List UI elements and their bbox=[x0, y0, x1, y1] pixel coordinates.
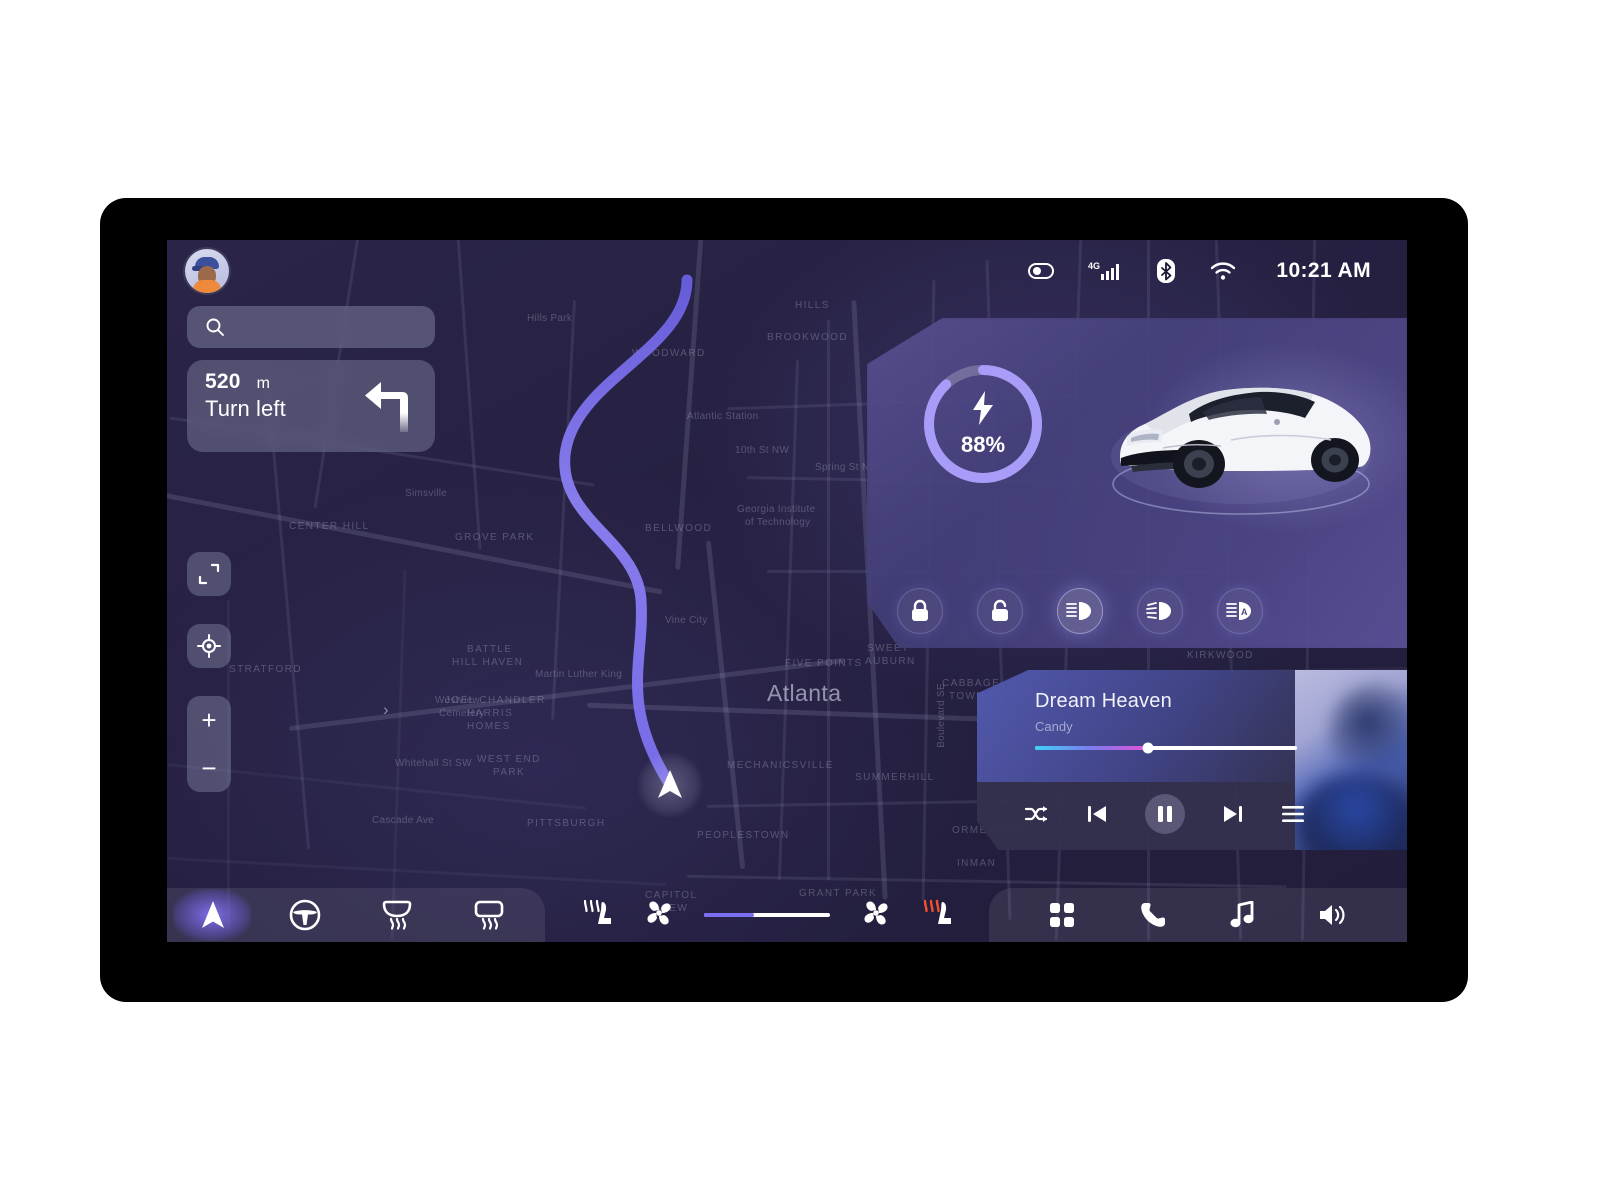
track-artist: Candy bbox=[1035, 719, 1073, 734]
vehicle-controls: A bbox=[897, 588, 1263, 634]
fan-slider-fill bbox=[704, 913, 755, 917]
unlock-button[interactable] bbox=[977, 588, 1023, 634]
map-search-bar[interactable] bbox=[187, 306, 435, 348]
next-button[interactable] bbox=[1222, 803, 1244, 825]
heated-seat-left-button[interactable] bbox=[581, 898, 613, 933]
media-track-info: Dream Heaven Candy bbox=[1035, 690, 1297, 754]
user-avatar[interactable] bbox=[185, 249, 229, 293]
media-player-panel: Dream Heaven Candy bbox=[977, 670, 1407, 850]
locate-icon bbox=[197, 634, 221, 658]
phone-button[interactable] bbox=[1139, 901, 1167, 929]
steering-wheel-button[interactable] bbox=[259, 899, 351, 931]
progress-thumb[interactable] bbox=[1142, 742, 1154, 754]
high-beam-headlight-icon bbox=[1146, 602, 1171, 620]
nav-distance-value: 520 bbox=[205, 370, 241, 393]
dock-climate bbox=[545, 888, 989, 942]
signal-4g-icon[interactable]: 4G bbox=[1088, 260, 1122, 282]
dock-left bbox=[167, 888, 545, 942]
map-recenter-button[interactable] bbox=[187, 624, 231, 668]
head-unit-device: Hills Park BROOKWOOD HILLS WOODWARD Atlantic… bbox=[100, 198, 1468, 1002]
navigation-button[interactable] bbox=[167, 888, 259, 942]
bluetooth-icon[interactable] bbox=[1156, 258, 1176, 284]
shuffle-icon bbox=[1024, 806, 1048, 822]
play-pause-button[interactable] bbox=[1145, 794, 1185, 834]
fan-left-button[interactable] bbox=[644, 898, 674, 933]
low-beam-headlight-icon bbox=[1066, 602, 1091, 620]
volume-button[interactable] bbox=[1318, 902, 1348, 928]
turn-left-arrow-icon bbox=[361, 376, 423, 441]
phone-icon bbox=[1140, 903, 1165, 927]
status-icon-group: 4G 10:21 AM bbox=[1028, 258, 1371, 284]
lane-assist-icon[interactable] bbox=[1028, 263, 1055, 279]
track-title: Dream Heaven bbox=[1035, 690, 1172, 712]
turn-by-turn-card[interactable]: 520 m Turn left bbox=[187, 360, 435, 452]
rear-defrost-button[interactable] bbox=[443, 900, 535, 930]
lock-closed-icon bbox=[912, 599, 928, 621]
progress-fill bbox=[1035, 746, 1148, 750]
previous-button[interactable] bbox=[1086, 803, 1108, 825]
infotainment-screen: Hills Park BROOKWOOD HILLS WOODWARD Atlantic… bbox=[167, 240, 1407, 942]
music-button[interactable] bbox=[1229, 901, 1255, 929]
apps-button[interactable] bbox=[1048, 901, 1076, 929]
avatar-body bbox=[193, 280, 221, 293]
wifi-icon[interactable] bbox=[1210, 261, 1236, 281]
zoom-in-button[interactable]: + bbox=[187, 696, 231, 744]
skip-next-icon bbox=[1224, 806, 1242, 822]
status-bar: 4G 10:21 AM bbox=[167, 240, 1407, 302]
lightning-bolt-icon bbox=[973, 391, 993, 425]
fan-right-button[interactable] bbox=[861, 898, 891, 933]
front-defrost-button[interactable] bbox=[351, 900, 443, 930]
heated-seat-icon bbox=[583, 899, 611, 924]
battery-percent-label: 88% bbox=[960, 432, 1006, 457]
vehicle-status-panel: 88% A bbox=[867, 318, 1407, 648]
steering-wheel-icon bbox=[289, 899, 321, 931]
pause-icon bbox=[1158, 806, 1172, 822]
low-beam-button[interactable] bbox=[1057, 588, 1103, 634]
vehicle-marker bbox=[637, 752, 703, 818]
lock-open-icon bbox=[992, 599, 1008, 621]
lock-button[interactable] bbox=[897, 588, 943, 634]
playlist-button[interactable] bbox=[1281, 805, 1305, 823]
navigation-arrow-icon bbox=[202, 901, 224, 928]
auto-headlight-button[interactable]: A bbox=[1217, 588, 1263, 634]
expand-icon bbox=[198, 563, 220, 585]
music-note-icon bbox=[1230, 901, 1254, 928]
heated-seat-red-icon bbox=[923, 899, 951, 924]
map-zoom-controls: + − bbox=[187, 696, 231, 792]
high-beam-button[interactable] bbox=[1137, 588, 1183, 634]
apps-grid-icon bbox=[1050, 903, 1075, 927]
front-defrost-icon bbox=[382, 900, 412, 930]
shuffle-button[interactable] bbox=[1023, 803, 1049, 825]
volume-icon bbox=[1319, 905, 1345, 925]
nav-distance-unit: m bbox=[256, 375, 270, 392]
vehicle-render bbox=[1091, 336, 1391, 526]
svg-text:A: A bbox=[1241, 607, 1248, 617]
media-progress-slider[interactable] bbox=[1035, 742, 1297, 754]
battery-ring: 88% bbox=[917, 358, 1049, 490]
heated-seat-right-button[interactable] bbox=[921, 898, 953, 933]
media-transport-controls bbox=[1023, 794, 1305, 834]
auto-headlight-icon: A bbox=[1226, 602, 1251, 620]
fan-speed-slider[interactable] bbox=[704, 913, 830, 917]
svg-text:4G: 4G bbox=[1088, 261, 1100, 271]
fan-icon bbox=[863, 900, 888, 925]
map-chevron-icon[interactable]: › bbox=[383, 700, 389, 720]
status-clock: 10:21 AM bbox=[1276, 259, 1371, 282]
rear-defrost-icon bbox=[474, 900, 504, 930]
vehicle-heading-arrow-icon bbox=[658, 770, 682, 798]
fan-icon bbox=[646, 900, 671, 925]
dock-right bbox=[989, 888, 1407, 942]
skip-previous-icon bbox=[1088, 806, 1106, 822]
map-expand-button[interactable] bbox=[187, 552, 231, 596]
search-icon bbox=[206, 318, 224, 336]
album-art bbox=[1295, 670, 1407, 850]
zoom-out-button[interactable]: − bbox=[187, 744, 231, 792]
playlist-menu-icon bbox=[1282, 806, 1304, 822]
